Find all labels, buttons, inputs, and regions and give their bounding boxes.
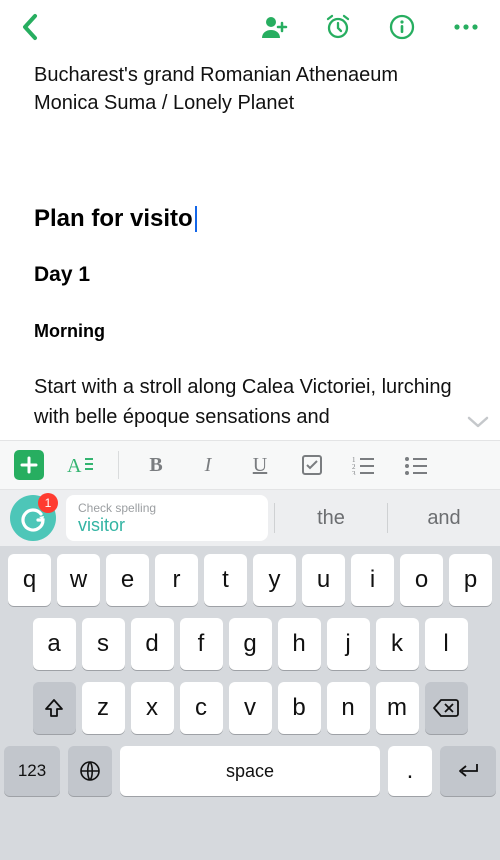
key-l[interactable]: l (425, 618, 468, 670)
key-c[interactable]: c (180, 682, 223, 734)
key-i[interactable]: i (351, 554, 394, 606)
keyboard-row: 123 space . (4, 746, 496, 796)
bullet-list-button[interactable] (401, 450, 431, 480)
key-p[interactable]: p (449, 554, 492, 606)
reminder-icon[interactable] (324, 13, 352, 41)
key-q[interactable]: q (8, 554, 51, 606)
key-v[interactable]: v (229, 682, 272, 734)
heading-text: Plan for visito (34, 205, 193, 233)
key-z[interactable]: z (82, 682, 125, 734)
suggestion-divider (274, 503, 275, 533)
info-icon[interactable] (388, 13, 416, 41)
suggestion-label: Check spelling (78, 501, 256, 515)
more-icon[interactable] (452, 13, 480, 41)
toolbar-divider (118, 451, 119, 479)
note-text: Monica Suma / Lonely Planet (34, 92, 466, 115)
top-toolbar (0, 0, 500, 54)
note-text: Bucharest's grand Romanian Athenaeum (34, 62, 466, 88)
grammarly-button[interactable]: 1 (10, 495, 56, 541)
keyboard-row: z x c v b n m (4, 682, 496, 734)
underline-button[interactable]: U (245, 450, 275, 480)
text-cursor (195, 206, 197, 232)
suggestion-bar: 1 Check spelling visitor the and (0, 490, 500, 546)
key-o[interactable]: o (400, 554, 443, 606)
key-h[interactable]: h (278, 618, 321, 670)
backspace-key[interactable] (425, 682, 468, 734)
italic-button[interactable]: I (193, 450, 223, 480)
globe-key[interactable] (68, 746, 112, 796)
svg-text:A: A (67, 455, 82, 476)
key-t[interactable]: t (204, 554, 247, 606)
suggestion-divider (387, 503, 388, 533)
key-a[interactable]: a (33, 618, 76, 670)
key-n[interactable]: n (327, 682, 370, 734)
key-w[interactable]: w (57, 554, 100, 606)
note-subsubheading: Morning (34, 321, 466, 342)
shift-key[interactable] (33, 682, 76, 734)
space-key[interactable]: space (120, 746, 380, 796)
numbers-key[interactable]: 123 (4, 746, 60, 796)
suggestion-word: visitor (78, 515, 256, 536)
add-attachment-button[interactable] (14, 450, 44, 480)
chevron-down-icon[interactable] (466, 414, 490, 430)
note-subheading: Day 1 (34, 263, 466, 287)
bold-button[interactable]: B (141, 450, 171, 480)
key-j[interactable]: j (327, 618, 370, 670)
keyboard-row: a s d f g h j k l (4, 618, 496, 670)
key-g[interactable]: g (229, 618, 272, 670)
key-e[interactable]: e (106, 554, 149, 606)
numbered-list-button[interactable]: 123 (349, 450, 379, 480)
grammarly-badge: 1 (38, 493, 58, 513)
key-d[interactable]: d (131, 618, 174, 670)
svg-text:3: 3 (352, 470, 356, 475)
note-heading-editing[interactable]: Plan for visito (34, 205, 466, 233)
back-button[interactable] (12, 9, 48, 45)
key-x[interactable]: x (131, 682, 174, 734)
key-y[interactable]: y (253, 554, 296, 606)
key-u[interactable]: u (302, 554, 345, 606)
key-r[interactable]: r (155, 554, 198, 606)
key-m[interactable]: m (376, 682, 419, 734)
return-key[interactable] (440, 746, 496, 796)
add-user-icon[interactable] (260, 13, 288, 41)
keyboard-row: q w e r t y u i o p (4, 554, 496, 606)
key-f[interactable]: f (180, 618, 223, 670)
suggestion-alt[interactable]: and (394, 507, 494, 530)
key-s[interactable]: s (82, 618, 125, 670)
key-k[interactable]: k (376, 618, 419, 670)
suggestion-alt[interactable]: the (281, 507, 381, 530)
checkbox-button[interactable] (297, 450, 327, 480)
note-paragraph: Start with a stroll along Calea Victorie… (34, 372, 466, 432)
note-body[interactable]: Bucharest's grand Romanian Athenaeum Mon… (0, 54, 500, 440)
key-b[interactable]: b (278, 682, 321, 734)
period-key[interactable]: . (388, 746, 432, 796)
format-toolbar: A B I U 123 (0, 440, 500, 490)
keyboard: q w e r t y u i o p a s d f g h j k l z … (0, 546, 500, 860)
spelling-suggestion[interactable]: Check spelling visitor (66, 495, 268, 541)
text-style-button[interactable]: A (66, 450, 96, 480)
